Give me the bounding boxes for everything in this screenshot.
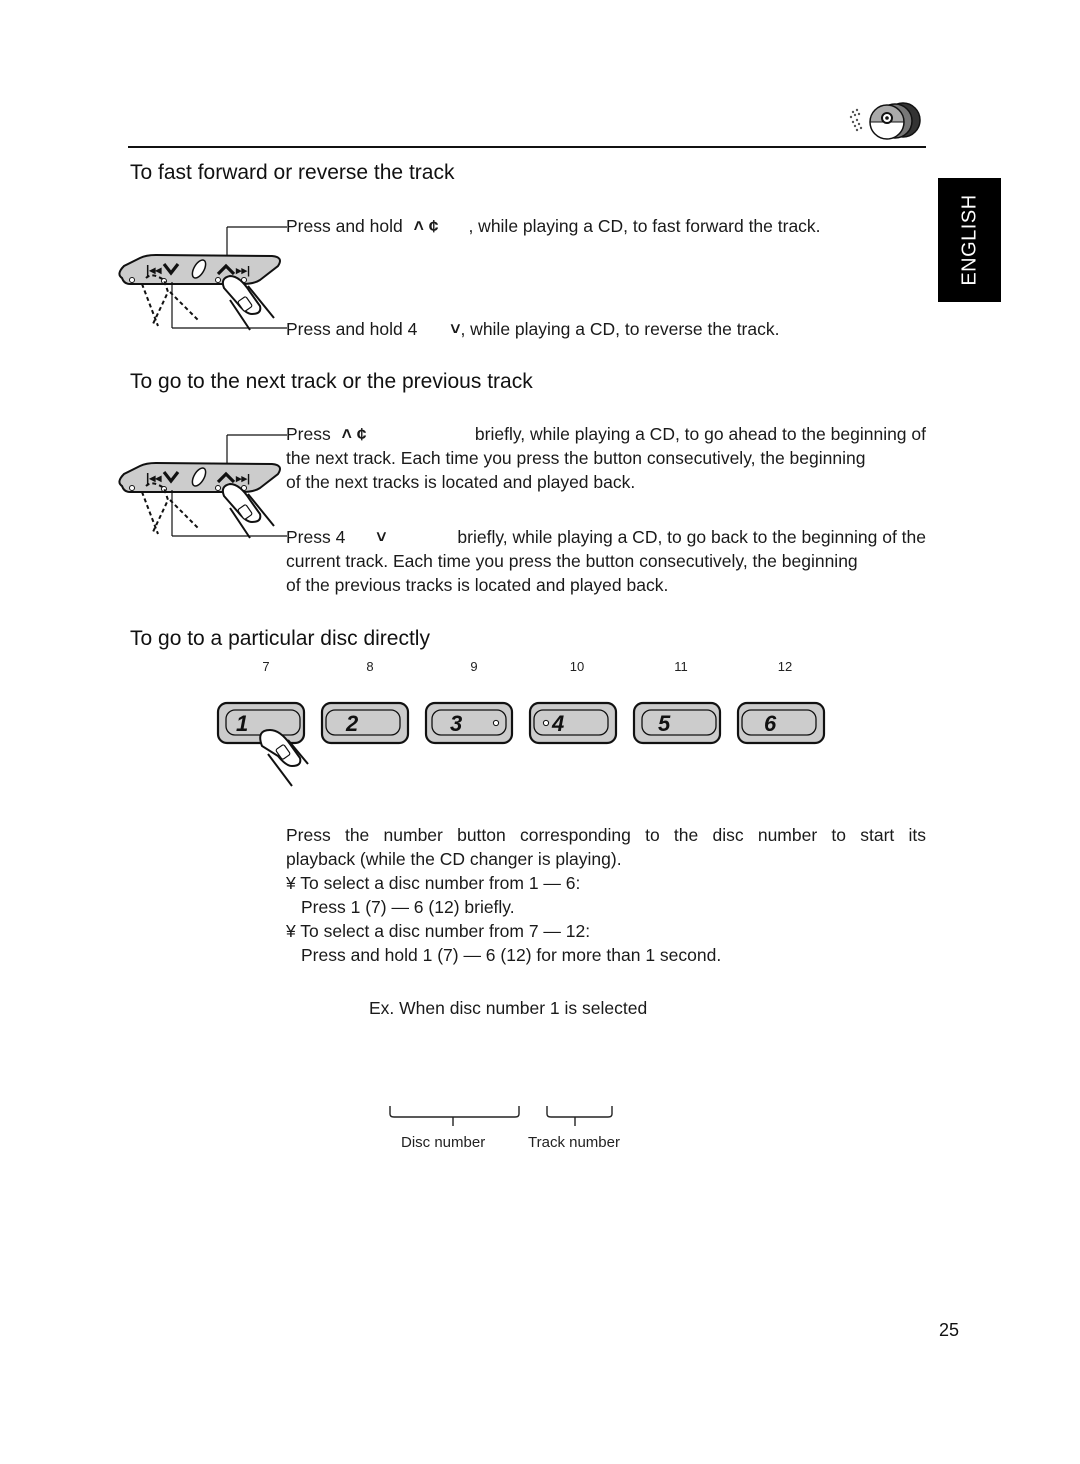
disc-button-2[interactable]: 2	[320, 701, 410, 745]
page-number: 25	[939, 1320, 960, 1340]
svg-text:6: 6	[764, 711, 777, 736]
down-button-symbol: ˅	[376, 527, 387, 547]
fast-forward-instruction: Press and hold ˄ ¢, while playing a CD, …	[286, 216, 821, 236]
svg-text:▸▸|: ▸▸|	[235, 473, 250, 485]
language-tab-label: ENGLISH	[958, 194, 980, 286]
disc-intro-text: Press the number button corresponding to…	[286, 825, 926, 869]
bullet-1: ¥ To select a disc number from 1 — 6:	[286, 873, 581, 893]
disc-button-4[interactable]: 4	[528, 701, 618, 745]
reverse-instruction: Press and hold 4 ˅, while playing a CD, …	[286, 319, 780, 339]
secondary-number: 11	[674, 659, 688, 674]
disc-number-label: Disc number	[401, 1134, 486, 1151]
disc-number-buttons: 1 2 3 4 5 6	[214, 700, 834, 796]
language-tab: ENGLISH	[938, 178, 1001, 302]
control-panel-illustration-2: |◂◂ ▸▸|	[112, 430, 292, 550]
bullet-2-detail: Press and hold 1 (7) — 6 (12) for more t…	[301, 945, 722, 965]
bullet-1-detail: Press 1 (7) — 6 (12) briefly.	[301, 897, 515, 917]
svg-text:2: 2	[345, 711, 359, 736]
secondary-number: 8	[366, 659, 374, 674]
track-number-label: Track number	[528, 1134, 620, 1151]
disc-button-3[interactable]: 3	[424, 701, 514, 745]
svg-text:5: 5	[658, 711, 671, 736]
svg-text:3: 3	[450, 711, 462, 736]
down-button-symbol: ˅	[450, 319, 461, 339]
disc-button-6[interactable]: 6	[736, 701, 826, 745]
secondary-number: 10	[569, 659, 585, 674]
bullet-marker: ¥	[286, 921, 296, 941]
svg-text:1: 1	[236, 711, 248, 736]
up-cent-button-symbol: ˄ ¢	[413, 216, 439, 236]
secondary-number: 12	[777, 659, 793, 674]
previous-track-instruction: Press 4 ˅ briefly, while playing a CD, t…	[286, 527, 926, 595]
section-title-fast-forward: To fast forward or reverse the track	[130, 161, 455, 184]
bullet-2: ¥ To select a disc number from 7 — 12:	[286, 921, 591, 941]
disc-button-5[interactable]: 5	[632, 701, 722, 745]
bullet-marker: ¥	[286, 873, 296, 893]
display-brackets	[385, 1104, 625, 1128]
header-rule	[128, 146, 926, 148]
cd-changer-discs-icon	[845, 100, 925, 142]
secondary-number: 9	[470, 659, 478, 674]
svg-text:4: 4	[551, 711, 564, 736]
control-panel-illustration: |◂◂ ▸▸|	[112, 222, 292, 342]
svg-text:▸▸|: ▸▸|	[235, 265, 250, 277]
secondary-number: 7	[262, 659, 270, 674]
section-title-disc-direct: To go to a particular disc directly	[130, 627, 430, 650]
next-track-instruction: Press ˄ ¢ briefly, while playing a CD, t…	[286, 424, 926, 492]
example-caption: Ex. When disc number 1 is selected	[369, 998, 648, 1018]
section-title-next-prev: To go to the next track or the previous …	[130, 370, 533, 393]
up-cent-button-symbol: ˄ ¢	[341, 424, 367, 444]
